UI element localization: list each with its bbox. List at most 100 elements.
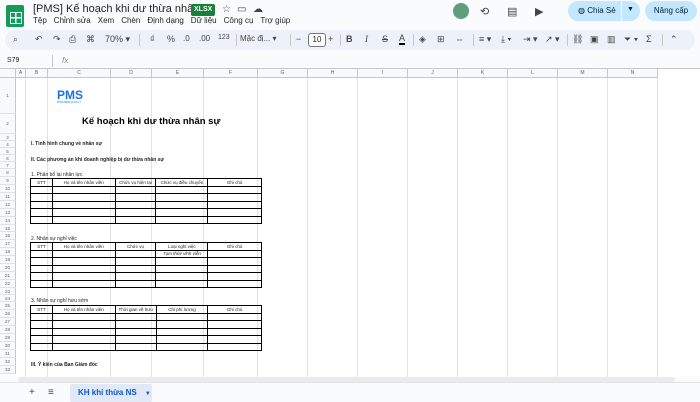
row-header-15[interactable]: 15 [0,225,16,232]
row-header-16[interactable]: 16 [0,232,16,240]
share-dropdown-icon[interactable]: ▼ [627,6,634,13]
row-header-14[interactable]: 14 [0,217,16,225]
font-size-input[interactable]: 10 [308,33,326,47]
row-header-25[interactable]: 25 [0,302,16,310]
row-header-29[interactable]: 29 [0,334,16,342]
star-icon[interactable]: ☆ [222,4,231,15]
font-size-decrease-button[interactable]: − [296,34,301,44]
percent-format-button[interactable]: % [167,34,175,44]
strikethrough-button[interactable]: S [382,34,388,44]
row-header-23[interactable]: 23 [0,288,16,295]
cloud-status-icon[interactable]: ☁ [253,4,263,15]
row-header-12[interactable]: 12 [0,201,16,209]
fill-color-icon[interactable]: ◈ [419,34,426,45]
filter-icon[interactable]: ⏷ ▾ [624,34,638,45]
column-header-c[interactable]: C [48,69,111,78]
row-header-27[interactable]: 27 [0,318,16,326]
font-size-increase-button[interactable]: + [328,34,333,44]
row-header-5[interactable]: 5 [0,148,16,155]
row-header-24[interactable]: 24 [0,295,16,302]
column-header-h[interactable]: H [308,69,358,78]
currency-format-button[interactable]: ₫ [150,34,155,44]
column-header-l[interactable]: L [508,69,558,78]
row-header-28[interactable]: 28 [0,326,16,334]
text-wrap-icon[interactable]: ⇥ ▾ [523,34,538,45]
meet-icon[interactable]: ▶ [535,5,543,18]
column-header-f[interactable]: F [204,69,258,78]
comments-icon[interactable]: ▤ [507,5,517,18]
row-header-9[interactable]: 9 [0,177,16,185]
insert-link-icon[interactable]: ⛓ [572,34,583,45]
history-icon[interactable]: ⟲ [480,5,489,18]
row-header-2[interactable]: 2 [0,114,16,134]
name-box[interactable]: S79 [7,57,19,64]
zoom-select[interactable]: 70% ▾ [105,34,130,45]
column-header-i[interactable]: I [358,69,408,78]
column-header-j[interactable]: J [408,69,458,78]
undo-icon[interactable]: ↶ [35,34,43,45]
row-header-30[interactable]: 30 [0,342,16,350]
column-header-k[interactable]: K [458,69,508,78]
column-header-b[interactable]: B [26,69,48,78]
insert-comment-icon[interactable]: ▣ [590,34,599,45]
move-folder-icon[interactable]: ▭ [237,4,246,15]
row-header-32[interactable]: 32 [0,358,16,366]
insert-chart-icon[interactable]: ▥ [607,34,616,45]
merge-cells-icon[interactable]: ⇔ [455,34,464,44]
menu-insert[interactable]: Chèn [121,16,140,25]
row-header-19[interactable]: 19 [0,256,16,264]
row-header-7[interactable]: 7 [0,162,16,169]
add-sheet-icon[interactable]: + [29,387,35,398]
document-title[interactable]: [PMS] Kế hoạch khi dư thừa nhân sự [33,3,215,15]
row-header-33[interactable]: 33 [0,366,16,374]
search-menus-icon[interactable]: ⌕ [13,34,18,45]
menu-file[interactable]: Tệp [33,16,47,25]
column-header-d[interactable]: D [111,69,152,78]
row-header-6[interactable]: 6 [0,155,16,162]
tab-kh-khi-thua-ns[interactable]: KH khi thừa NS ▼ [70,384,152,402]
row-header-22[interactable]: 22 [0,280,16,288]
tab-dropdown-icon[interactable]: ▼ [145,391,151,397]
column-header-m[interactable]: M [558,69,608,78]
share-button[interactable]: ◍ Chia Sẻ ▼ [568,1,640,21]
column-header-e[interactable]: E [152,69,204,78]
row-header-20[interactable]: 20 [0,264,16,272]
row-header-17[interactable]: 17 [0,240,16,248]
all-sheets-icon[interactable]: ≡ [48,387,54,398]
print-icon[interactable]: ⎙ [69,34,76,45]
row-header-13[interactable]: 13 [0,209,16,217]
row-header-8[interactable]: 8 [0,169,16,177]
column-header-n[interactable]: N [608,69,658,78]
redo-icon[interactable]: ↷ [53,34,61,45]
font-family-select[interactable]: Mặc đị... ▾ [240,34,276,43]
borders-icon[interactable]: ⊞ [437,34,445,45]
menu-data[interactable]: Dữ liệu [191,16,217,25]
row-header-3[interactable]: 3 [0,134,16,141]
menu-edit[interactable]: Chỉnh sửa [54,16,91,25]
row-header-1[interactable]: 1 [0,78,16,114]
collapse-menus-icon[interactable]: ⌃ [670,34,678,45]
italic-button[interactable]: I [365,34,368,44]
number-format-button[interactable]: 123 [218,34,230,41]
decrease-decimal-button[interactable]: .0 [183,34,190,43]
row-header-21[interactable]: 21 [0,272,16,280]
select-all-corner[interactable] [0,69,16,78]
increase-decimal-button[interactable]: .00 [199,34,210,43]
column-header-a[interactable]: A [16,69,26,78]
column-header-g[interactable]: G [258,69,308,78]
row-header-4[interactable]: 4 [0,141,16,148]
paint-format-icon[interactable]: ⌘ [86,34,95,45]
avatar[interactable] [453,3,469,19]
menu-help[interactable]: Trợ giúp [260,16,290,25]
row-header-11[interactable]: 11 [0,193,16,201]
row-header-26[interactable]: 26 [0,310,16,318]
row-header-10[interactable]: 10 [0,185,16,193]
upgrade-button[interactable]: Nâng cấp [645,1,697,21]
row-header-18[interactable]: 18 [0,248,16,256]
horizontal-align-icon[interactable]: ≡ ▾ [479,34,491,45]
menu-format[interactable]: Định dạng [147,16,183,25]
functions-button[interactable]: Σ [646,34,652,44]
menu-view[interactable]: Xem [98,16,114,25]
sheets-logo-icon[interactable] [6,5,24,27]
menu-tools[interactable]: Công cụ [224,16,254,25]
